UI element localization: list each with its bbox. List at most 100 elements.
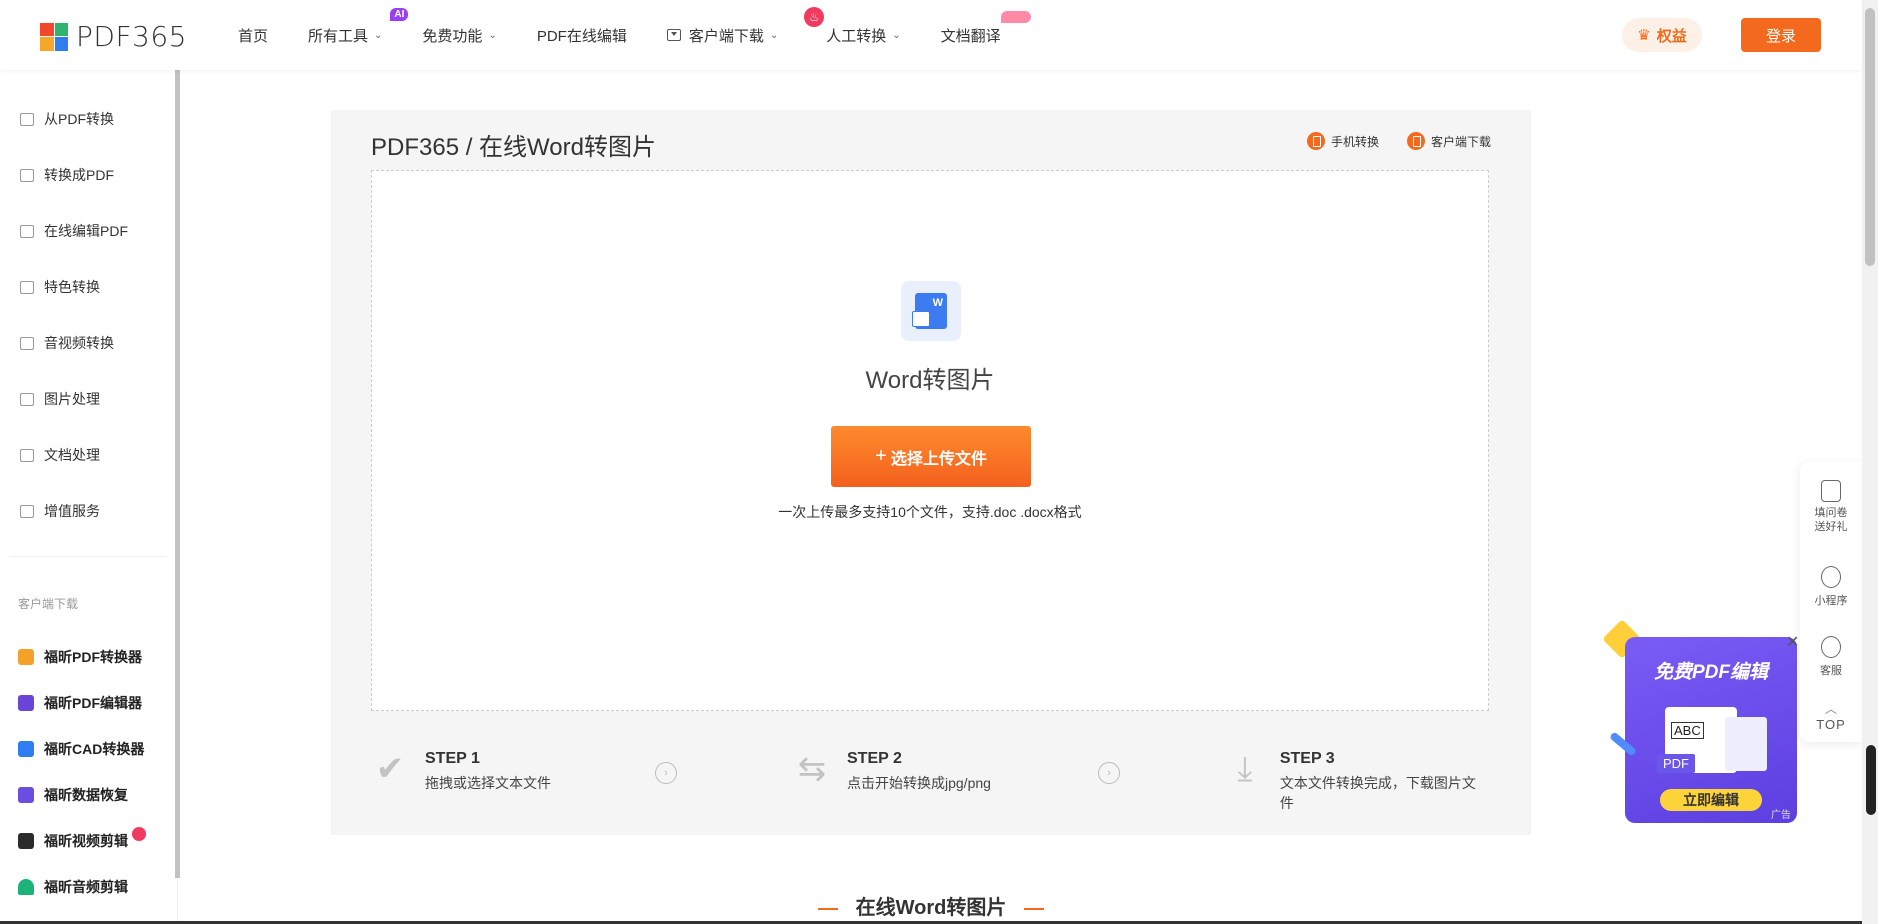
sidebar-divider [10, 556, 166, 557]
perks-label: 权益 [1656, 27, 1687, 45]
nav-pdf-online-edit-label: PDF在线编辑 [536, 27, 627, 45]
app-label: 福昕CAD转换器 [44, 741, 145, 757]
step-title: STEP 3 [1279, 750, 1335, 767]
tool-title: Word转图片 [865, 367, 995, 394]
upload-file-button[interactable]: + 选择上传文件 [831, 426, 1031, 487]
sidebar-item-label: 音视频转换 [44, 335, 114, 351]
media-icon [20, 336, 34, 350]
section-title-text: 在线Word转图片 [855, 897, 1007, 919]
app-label: 福昕数据恢复 [44, 787, 128, 803]
converter-card: PDF365 / 在线Word转图片 手机转换 客户端下载 W Word转图片 … [331, 110, 1531, 835]
client-download-link[interactable]: 客户端下载 [1406, 132, 1491, 150]
secondary-scroll-indicator [1866, 745, 1876, 815]
convert-icon [20, 112, 34, 126]
page-scrollbar-thumb[interactable] [1865, 8, 1875, 266]
rail-label: TOP [1816, 717, 1846, 732]
download-icon [1406, 132, 1425, 150]
client-download-label: 客户端下载 [1430, 134, 1491, 149]
nav-all-tools[interactable]: 所有工具 ⌄ AI [308, 7, 409, 46]
steps-row: ✔ STEP 1 拖拽或选择文本文件 › ⇆ STEP 2 点击开始转换成jpg/p… [371, 750, 1489, 811]
step-desc: 拖拽或选择文本文件 [425, 775, 551, 791]
nav-doc-translate[interactable]: 文档翻译 [941, 10, 1031, 46]
hot-flame-icon [132, 827, 146, 841]
upload-note: 一次上传最多支持10个文件，支持.doc .docx格式 [778, 504, 1082, 520]
chevron-up-icon: ︿ [1824, 702, 1837, 716]
convert-icon [20, 168, 34, 182]
nav-client-download-label: 客户端下载 [688, 27, 764, 45]
sidebar-item-label: 从PDF转换 [44, 111, 114, 127]
sidebar-item-to-pdf[interactable]: 转换成PDF [20, 165, 114, 185]
sidebar-item-label: 转换成PDF [44, 167, 114, 183]
rail-label: 客服 [1820, 665, 1842, 677]
sidebar-item-label: 增值服务 [44, 503, 100, 519]
pdf-converter-icon [18, 649, 34, 665]
swap-arrows-icon: ⇆ [797, 750, 827, 788]
step-title: STEP 2 [847, 750, 902, 767]
ad-abc-text: ABC [1671, 722, 1704, 739]
rail-mini-program[interactable]: 小程序 [1800, 566, 1862, 608]
card-top-links: 手机转换 客户端下载 [1306, 132, 1491, 150]
step-desc: 点击开始转换成jpg/png [847, 775, 991, 791]
headset-icon [1821, 636, 1841, 658]
rail-customer-service[interactable]: 客服 [1800, 636, 1862, 678]
step-1: ✔ STEP 1 拖拽或选择文本文件 [371, 750, 551, 793]
close-icon[interactable]: ✕ [1786, 632, 1799, 652]
app-pdf-converter[interactable]: 福昕PDF转换器 [18, 647, 142, 667]
main-nav: 首页 所有工具 ⌄ AI 免费功能 ⌄ PDF在线编辑 客户端下载 ⌄ ♨ 人工… [238, 0, 1041, 70]
step-3: ⤓ STEP 3 文本文件转换完成，下载图片文件 [1226, 750, 1489, 813]
app-data-recovery[interactable]: 福昕数据恢复 [18, 785, 128, 805]
step-desc: 文本文件转换完成，下载图片文件 [1279, 775, 1476, 811]
cad-converter-icon [18, 741, 34, 757]
app-label: 福昕PDF编辑器 [44, 695, 142, 711]
sidebar-item-av[interactable]: 音视频转换 [20, 333, 114, 353]
mobile-convert-link[interactable]: 手机转换 [1306, 132, 1379, 150]
download-tray-icon: ⤓ [1237, 750, 1253, 788]
chevron-down-icon: ⌄ [892, 29, 901, 41]
sidebar-item-vas[interactable]: 增值服务 [20, 501, 100, 521]
crown-icon: ♛ [1637, 27, 1651, 44]
nav-free-features[interactable]: 免费功能 ⌄ [422, 25, 496, 46]
hot-flame-icon: ♨ [804, 6, 825, 27]
sidebar-item-special[interactable]: 特色转换 [20, 277, 100, 297]
app-pdf-editor[interactable]: 福昕PDF编辑器 [18, 693, 142, 713]
rail-back-to-top[interactable]: ︿ TOP [1800, 700, 1862, 732]
sidebar-item-image[interactable]: 图片处理 [20, 389, 100, 409]
ad-edit-button[interactable]: 立即编辑 [1660, 789, 1762, 811]
nav-home-label: 首页 [238, 27, 269, 45]
ad-banner[interactable]: 免费PDF编辑 ABC PDF 立即编辑 广告 [1625, 637, 1797, 823]
nav-pdf-online-edit[interactable]: PDF在线编辑 [537, 25, 627, 46]
app-audio-editor[interactable]: 福昕音频剪辑 [18, 877, 128, 897]
phone-icon [1306, 132, 1325, 150]
step-2: ⇆ STEP 2 点击开始转换成jpg/png [793, 750, 991, 793]
breadcrumb: PDF365 / 在线Word转图片 [371, 134, 656, 161]
login-button[interactable]: 登录 [1741, 18, 1821, 52]
ad-label: 广告 [1771, 810, 1791, 821]
sidebar-item-edit-pdf[interactable]: 在线编辑PDF [20, 221, 128, 241]
arrow-right-icon: › [655, 762, 677, 784]
app-cad-converter[interactable]: 福昕CAD转换器 [18, 739, 144, 759]
nav-manual-convert[interactable]: ♨ 人工转换 ⌄ [804, 6, 901, 46]
nav-free-features-label: 免费功能 [422, 27, 483, 45]
app-video-editor[interactable]: 福昕视频剪辑 [18, 827, 146, 851]
document-icon [20, 448, 34, 462]
nav-home[interactable]: 首页 [238, 25, 268, 46]
ad-title: 免费PDF编辑 [1653, 662, 1768, 683]
sidebar-item-from-pdf[interactable]: 从PDF转换 [20, 109, 114, 129]
plus-icon: + [875, 445, 887, 467]
rail-label: 填问卷送好礼 [1814, 507, 1848, 533]
mini-program-icon [1821, 566, 1841, 588]
chevron-down-icon: ⌄ [374, 29, 383, 41]
shield-icon [20, 280, 34, 294]
perks-button[interactable]: ♛ 权益 [1622, 18, 1702, 52]
upload-dropzone[interactable]: W Word转图片 + 选择上传文件 一次上传最多支持10个文件，支持.doc … [371, 170, 1489, 711]
logo[interactable]: PDF365 [40, 20, 187, 53]
video-editor-icon [18, 833, 34, 849]
app-label: 福昕音频剪辑 [44, 879, 128, 895]
new-badge [1000, 10, 1031, 23]
sidebar-item-label: 文档处理 [44, 447, 100, 463]
rail-survey[interactable]: 填问卷送好礼 [1800, 480, 1862, 534]
nav-client-download[interactable]: 客户端下载 ⌄ [666, 25, 778, 46]
sidebar-item-doc[interactable]: 文档处理 [20, 445, 100, 465]
sidebar-scrollbar[interactable] [175, 70, 180, 878]
nav-all-tools-label: 所有工具 [308, 27, 369, 45]
